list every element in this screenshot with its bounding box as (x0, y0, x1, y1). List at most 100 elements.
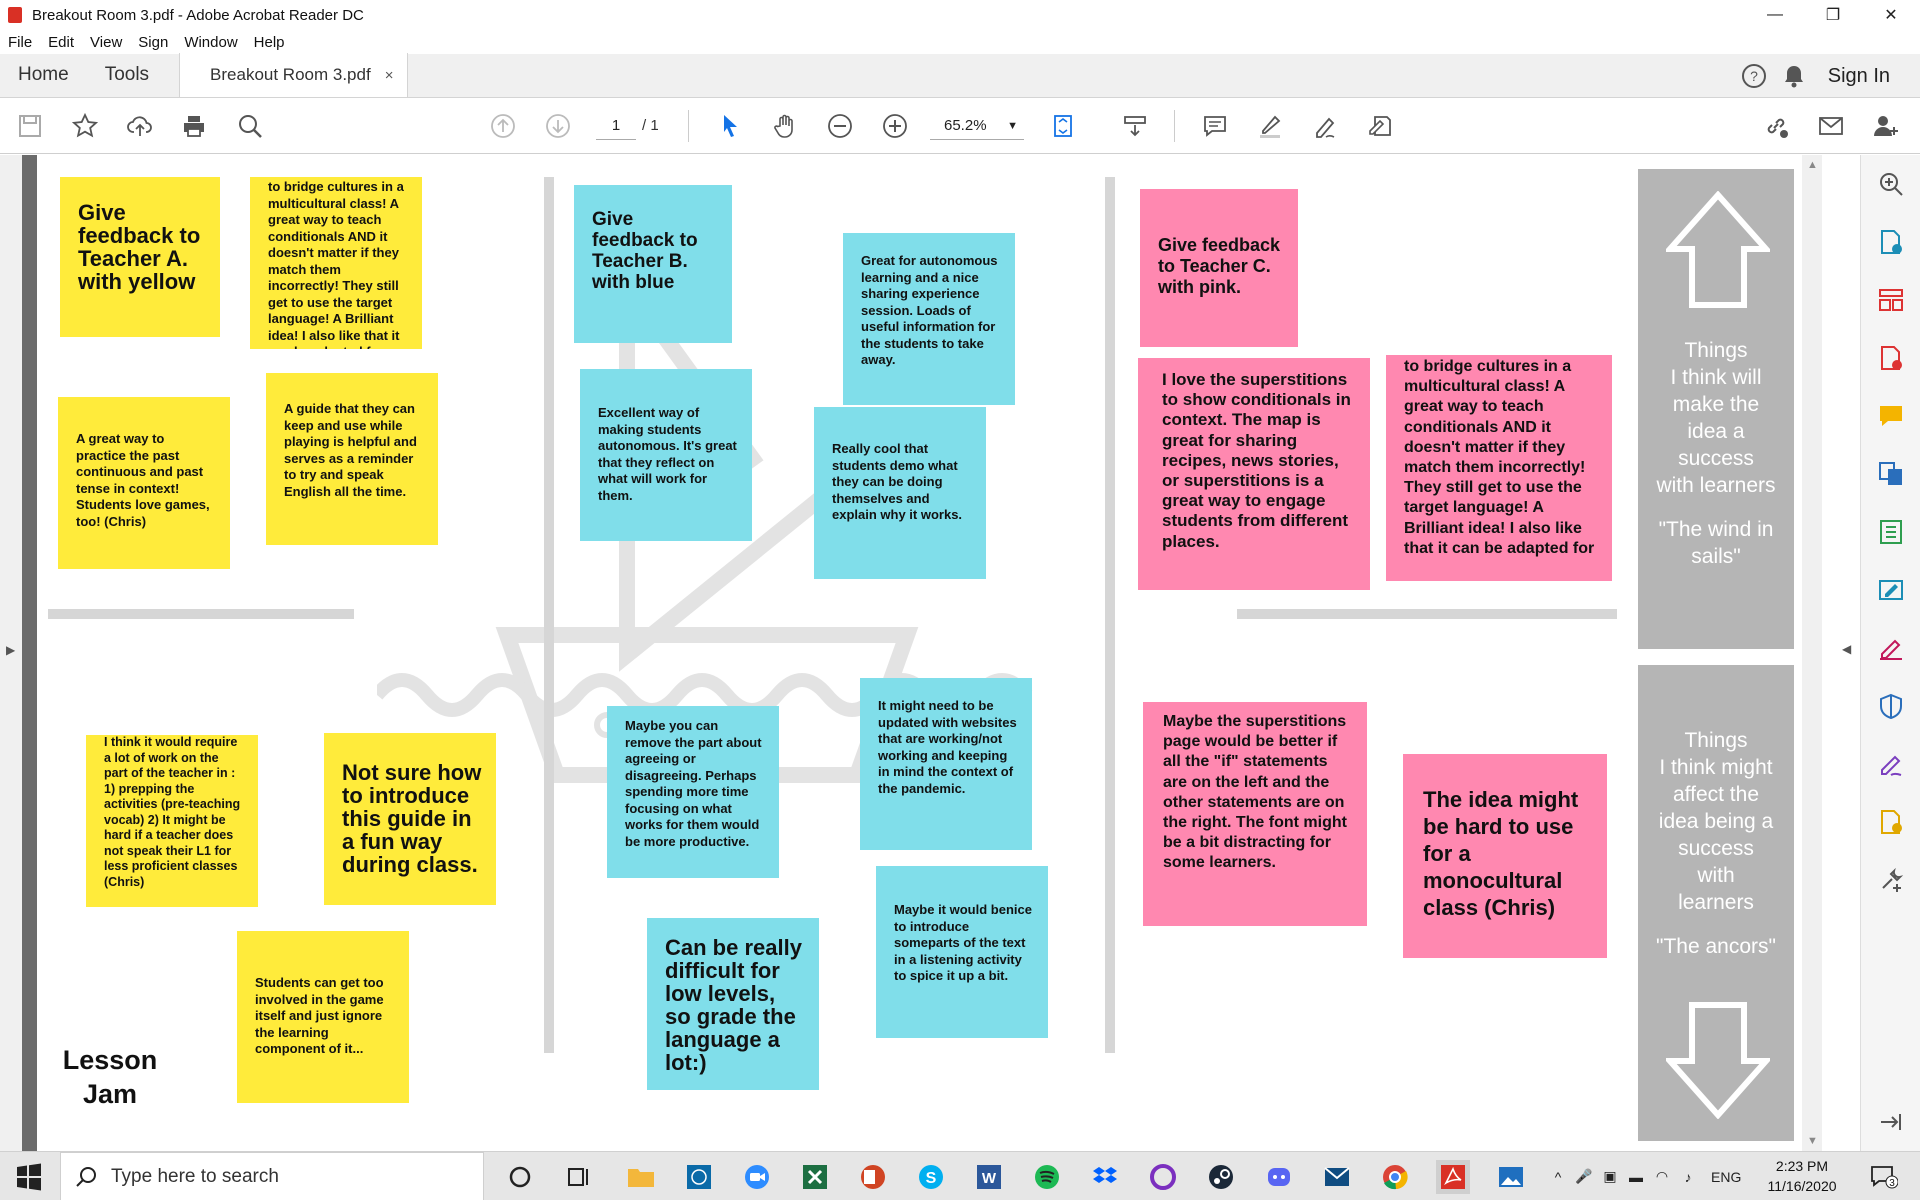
side-text-line (1638, 916, 1794, 933)
tab-tools[interactable]: Tools (87, 53, 167, 97)
draw-freehand-icon[interactable] (1307, 108, 1343, 144)
windows-start-icon[interactable] (12, 1160, 46, 1194)
menu-edit[interactable]: Edit (40, 34, 82, 51)
menu-view[interactable]: View (82, 34, 130, 51)
vertical-scrollbar[interactable]: ▲ ▼ (1802, 155, 1822, 1151)
restore-button[interactable]: ❐ (1804, 0, 1862, 30)
powerpoint-icon[interactable] (856, 1160, 890, 1194)
menu-help[interactable]: Help (246, 34, 293, 51)
find-icon[interactable] (232, 108, 268, 144)
highlight-pen-icon[interactable] (1252, 108, 1288, 144)
sticky-note-yellow: to bridge cultures in a multicultural cl… (250, 177, 422, 349)
acrobat-taskbar-icon[interactable] (1436, 1160, 1470, 1194)
side-text-line: sails" (1691, 545, 1741, 568)
steam-icon[interactable] (1204, 1160, 1238, 1194)
chevron-down-icon: ▼ (1007, 120, 1018, 132)
svg-text:S: S (926, 1170, 937, 1187)
share-link-icon[interactable] (1758, 108, 1794, 144)
tab-document[interactable]: Breakout Room 3.pdf × (179, 53, 409, 97)
export-pdf-icon[interactable] (1876, 227, 1906, 257)
word-icon[interactable]: W (972, 1160, 1006, 1194)
sticky-note-blue: Give feedback to Teacher B. with blue (574, 185, 732, 343)
minimize-button[interactable]: — (1746, 0, 1804, 30)
upload-cloud-icon[interactable] (122, 108, 158, 144)
dropbox-icon[interactable] (1088, 1160, 1122, 1194)
comment-tool-icon[interactable] (1876, 401, 1906, 431)
select-cursor-icon[interactable] (712, 108, 748, 144)
cortana-ring-icon[interactable] (1146, 1160, 1180, 1194)
wifi-icon[interactable]: ◠ (1649, 1168, 1675, 1185)
action-center-icon[interactable]: 3 (1870, 1164, 1899, 1193)
zoom-out-icon[interactable] (822, 108, 858, 144)
discord-icon[interactable] (1262, 1160, 1296, 1194)
organize-pages-icon[interactable] (1876, 285, 1906, 315)
chrome-icon[interactable] (1378, 1160, 1412, 1194)
excel-icon[interactable] (798, 1160, 832, 1194)
request-signature-icon[interactable] (1876, 749, 1906, 779)
save-icon[interactable] (12, 108, 48, 144)
fill-and-sign-icon[interactable] (1876, 633, 1906, 663)
skype-icon[interactable]: S (914, 1160, 948, 1194)
tab-home[interactable]: Home (0, 53, 87, 97)
add-user-icon[interactable] (1868, 108, 1904, 144)
sign-in-button[interactable]: Sign In (1814, 65, 1920, 88)
previous-page-icon[interactable] (485, 108, 521, 144)
document-tab-label: Breakout Room 3.pdf (210, 65, 371, 84)
page-number-input[interactable]: 1 (596, 112, 636, 140)
collapse-right-panel-icon[interactable]: ◀ (1842, 642, 1851, 656)
dell-app-icon[interactable] (682, 1160, 716, 1194)
side-text-line: make the (1672, 393, 1760, 416)
print-icon[interactable] (176, 108, 212, 144)
zoom-in-icon[interactable] (877, 108, 913, 144)
zoom-search-icon[interactable] (1876, 169, 1906, 199)
volume-icon[interactable]: ♪ (1675, 1169, 1701, 1185)
search-input[interactable]: Type here to search (111, 1166, 279, 1188)
fit-page-icon[interactable] (1046, 108, 1082, 144)
battery-icon[interactable]: ▬ (1623, 1169, 1649, 1185)
mail-app-icon[interactable] (1320, 1160, 1354, 1194)
email-icon[interactable] (1813, 108, 1849, 144)
menu-window[interactable]: Window (176, 34, 245, 51)
language-indicator[interactable]: ENG (1701, 1169, 1741, 1185)
sticky-note-blue: Maybe it would benice to introduce somep… (876, 866, 1048, 1038)
zoom-level-select[interactable]: 65.2% ▼ (930, 112, 1024, 140)
expand-left-panel-icon[interactable]: ▶ (6, 643, 15, 657)
show-hidden-icons-icon[interactable]: ^ (1545, 1169, 1571, 1185)
send-for-review-icon[interactable] (1876, 807, 1906, 837)
menu-file[interactable]: File (0, 34, 40, 51)
scroll-up-icon[interactable]: ▲ (1807, 159, 1818, 171)
spotify-icon[interactable] (1030, 1160, 1064, 1194)
close-button[interactable]: ✕ (1862, 0, 1920, 30)
taskbar-search-box[interactable]: Type here to search (60, 1152, 484, 1200)
cortana-icon[interactable] (503, 1160, 537, 1194)
menu-sign[interactable]: Sign (130, 34, 176, 51)
close-tab-icon[interactable]: × (385, 67, 394, 84)
bell-icon[interactable] (1774, 54, 1814, 98)
photos-icon[interactable] (1494, 1160, 1528, 1194)
help-icon[interactable]: ? (1734, 54, 1774, 98)
scroll-mode-icon[interactable] (1117, 108, 1153, 144)
next-page-icon[interactable] (540, 108, 576, 144)
protect-shield-icon[interactable] (1876, 691, 1906, 721)
sticky-note-yellow: Give feedback to Teacher A. with yellow (60, 177, 220, 337)
taskbar-clock[interactable]: 2:23 PM 11/16/2020 (1754, 1156, 1850, 1196)
hand-tool-icon[interactable] (767, 108, 803, 144)
more-tools-icon[interactable] (1876, 865, 1906, 895)
task-view-icon[interactable] (562, 1160, 596, 1194)
scroll-down-icon[interactable]: ▼ (1807, 1135, 1818, 1147)
collapse-tools-icon[interactable] (1876, 1107, 1906, 1137)
combine-files-icon[interactable] (1876, 459, 1906, 489)
meet-now-icon[interactable]: ▣ (1597, 1168, 1623, 1185)
fill-sign-icon[interactable] (1362, 108, 1398, 144)
create-pdf-icon[interactable] (1876, 343, 1906, 373)
file-explorer-icon[interactable] (624, 1160, 658, 1194)
zoom-app-icon[interactable] (740, 1160, 774, 1194)
window-title: Breakout Room 3.pdf - Adobe Acrobat Read… (32, 6, 364, 24)
star-icon[interactable] (67, 108, 103, 144)
compress-pdf-icon[interactable] (1876, 517, 1906, 547)
left-panel-toggle[interactable]: ▶ (0, 155, 22, 1151)
comment-icon[interactable] (1197, 108, 1233, 144)
microphone-icon[interactable]: 🎤 (1571, 1168, 1597, 1185)
edit-pdf-icon[interactable] (1876, 575, 1906, 605)
toolbar-separator (688, 110, 689, 142)
